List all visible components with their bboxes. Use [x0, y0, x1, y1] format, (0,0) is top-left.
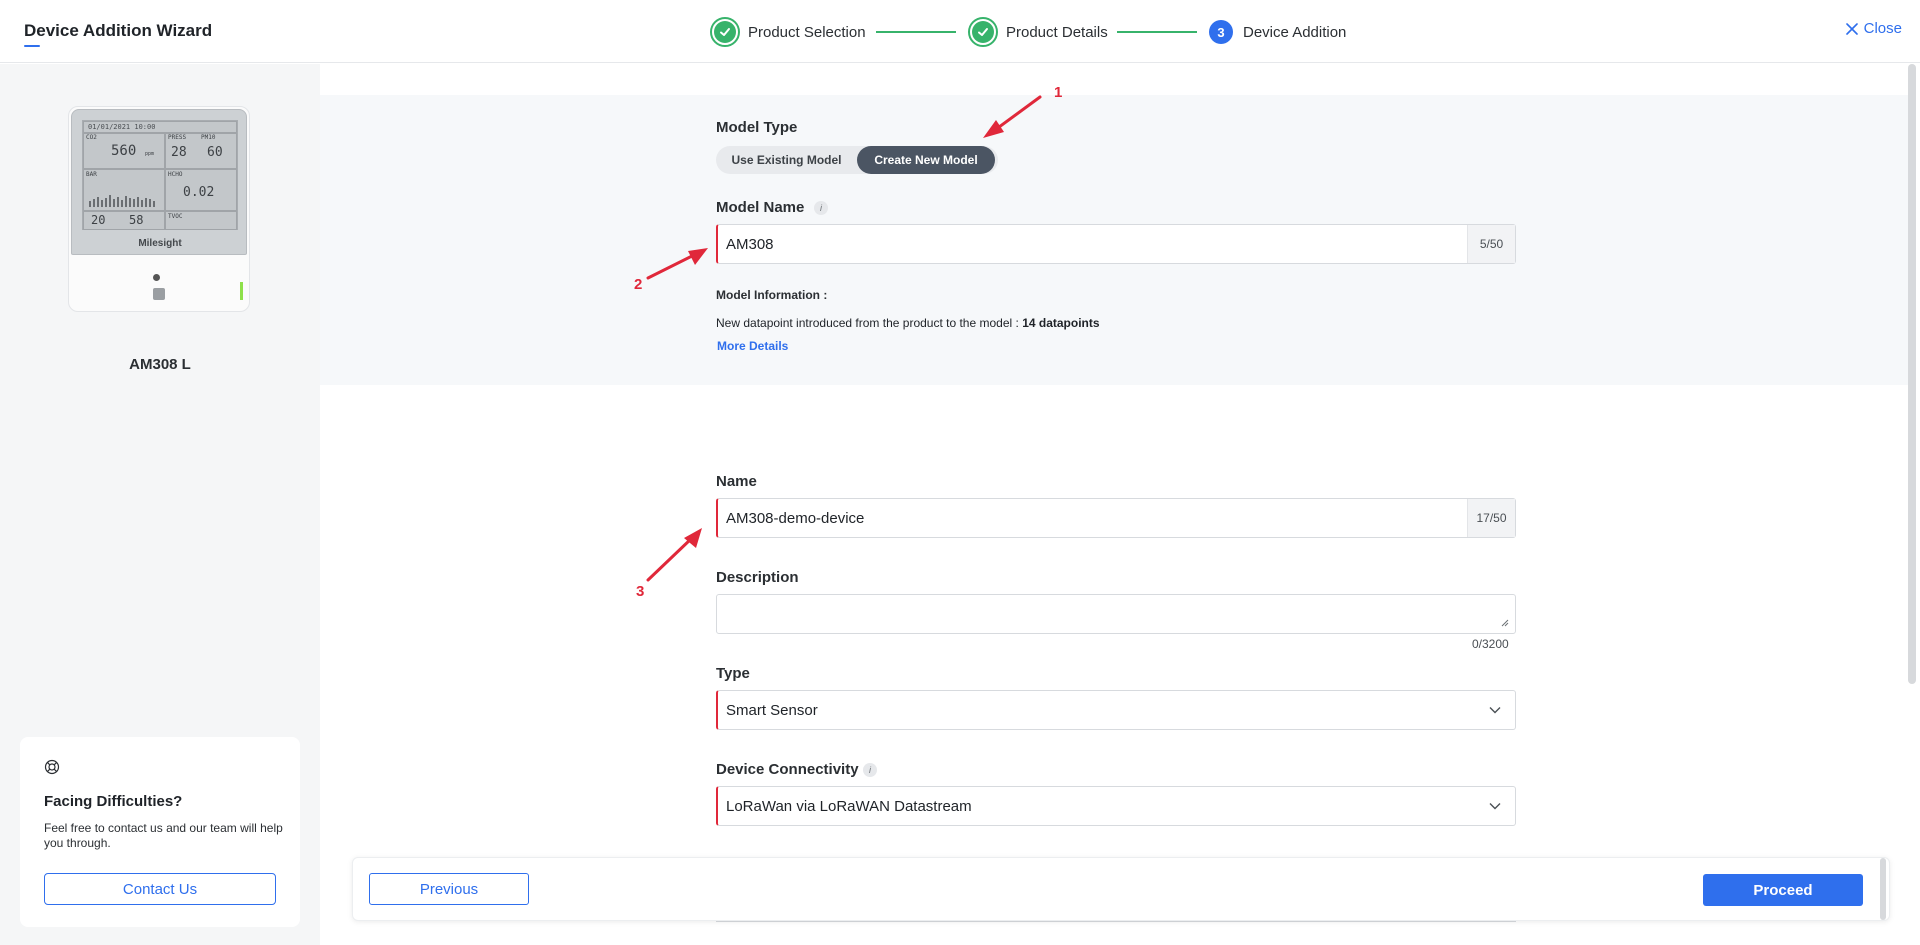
device-lcd: 01/01/2021 10:00 CO2 560 ppm PRESS PM10 …	[82, 120, 238, 230]
step-device-addition[interactable]: 3 Device Addition	[1206, 17, 1346, 47]
device-name: AM308 L	[129, 356, 191, 373]
info-icon[interactable]: i	[863, 763, 877, 777]
lcd-co2-unit: ppm	[145, 151, 155, 157]
description-label: Description	[716, 569, 799, 586]
lcd-hcho-label: HCHO	[168, 171, 183, 178]
type-label: Type	[716, 665, 750, 682]
lifebuoy-icon	[44, 759, 60, 775]
footer-scrollbar[interactable]	[1880, 858, 1886, 920]
contact-us-button[interactable]: Contact Us	[44, 873, 276, 905]
proceed-button[interactable]: Proceed	[1703, 874, 1863, 906]
lcd-hcho-value: 0.02	[183, 185, 215, 200]
lcd-tvoc-label: TVOC	[168, 213, 183, 220]
lcd-temp-value: 20	[91, 213, 106, 227]
close-label: Close	[1863, 20, 1902, 37]
wizard-title: Device Addition Wizard	[24, 21, 213, 40]
lcd-co2-label: CO2	[86, 134, 97, 141]
description-textarea[interactable]	[716, 594, 1516, 634]
device-led	[153, 274, 160, 281]
connectivity-value: LoRaWan via LoRaWAN Datastream	[726, 797, 972, 815]
annotation-2: 2	[634, 276, 643, 293]
description-count: 0/3200	[1472, 637, 1509, 651]
lcd-pm-value: 60	[207, 145, 223, 160]
wizard-header: Device Addition Wizard Product Selection…	[0, 0, 1920, 63]
info-icon[interactable]: i	[814, 201, 828, 215]
model-info-description: New datapoint introduced from the produc…	[716, 316, 1019, 330]
resize-grip-icon[interactable]	[1501, 619, 1509, 627]
model-name-label: Model Name	[716, 199, 805, 216]
model-name-count: 5/50	[1467, 225, 1515, 263]
lcd-bar-label: BAR	[86, 171, 97, 178]
model-name-value: AM308	[726, 235, 774, 253]
lcd-time: 10:00	[134, 123, 156, 131]
close-icon	[1845, 22, 1858, 35]
device-screen: 01/01/2021 10:00 CO2 560 ppm PRESS PM10 …	[71, 109, 247, 255]
annotation-3: 3	[636, 583, 645, 600]
help-card: Facing Difficulties? Feel free to contac…	[20, 737, 300, 927]
step-label: Product Details	[1006, 23, 1108, 41]
footer-bar	[352, 857, 1890, 921]
help-title: Facing Difficulties?	[44, 793, 183, 810]
step-label: Device Addition	[1243, 23, 1347, 41]
name-input[interactable]: AM308-demo-device 17/50	[716, 498, 1516, 538]
help-text: Feel free to contact us and our team wil…	[44, 821, 283, 850]
title-underline	[24, 45, 40, 47]
step-connector	[876, 31, 956, 33]
chevron-down-icon	[1475, 802, 1515, 810]
device-connectivity-label: Device Connectivity	[716, 761, 859, 778]
annotation-1: 1	[1054, 84, 1063, 101]
create-new-model-option[interactable]: Create New Model	[857, 146, 995, 174]
close-button[interactable]: Close	[1845, 20, 1902, 37]
step-product-selection[interactable]: Product Selection	[710, 17, 866, 47]
model-type-toggle[interactable]: Use Existing Model Create New Model	[716, 146, 998, 174]
check-circle-icon	[710, 17, 740, 47]
left-sidebar: 01/01/2021 10:00 CO2 560 ppm PRESS PM10 …	[0, 64, 320, 945]
lcd-date: 01/01/2021	[88, 123, 131, 131]
model-type-label: Model Type	[716, 119, 798, 136]
more-details-link[interactable]: More Details	[717, 339, 788, 353]
lcd-press-value: 28	[171, 145, 187, 160]
type-value: Smart Sensor	[726, 701, 818, 719]
name-value: AM308-demo-device	[726, 509, 865, 527]
lcd-hum-value: 58	[129, 213, 144, 227]
device-connectivity-select[interactable]: LoRaWan via LoRaWAN Datastream	[716, 786, 1516, 826]
model-name-input[interactable]: AM308 5/50	[716, 224, 1516, 264]
step-connector	[1117, 31, 1197, 33]
scrollbar[interactable]	[1908, 64, 1916, 684]
name-count: 17/50	[1467, 499, 1515, 537]
step-label: Product Selection	[748, 23, 866, 41]
model-info-label: Model Information :	[716, 288, 828, 302]
model-info-text: New datapoint introduced from the produc…	[716, 316, 1100, 330]
step-product-details[interactable]: Product Details	[968, 17, 1108, 47]
chevron-down-icon	[1475, 706, 1515, 714]
device-image: 01/01/2021 10:00 CO2 560 ppm PRESS PM10 …	[68, 106, 250, 312]
step-number: 3	[1209, 20, 1233, 44]
name-label: Name	[716, 473, 757, 490]
device-status-light	[240, 282, 243, 300]
device-brand: Milesight	[138, 238, 182, 249]
lcd-bar-graph	[89, 195, 155, 207]
type-select[interactable]: Smart Sensor	[716, 690, 1516, 730]
lcd-pm-label: PM10	[201, 134, 216, 141]
previous-button[interactable]: Previous	[369, 873, 529, 905]
check-circle-icon	[968, 17, 998, 47]
datapoint-count: 14 datapoints	[1022, 316, 1100, 330]
use-existing-model-option[interactable]: Use Existing Model	[716, 146, 857, 174]
lcd-co2-value: 560	[111, 143, 137, 159]
device-button	[153, 288, 165, 300]
lcd-press-label: PRESS	[168, 134, 187, 141]
